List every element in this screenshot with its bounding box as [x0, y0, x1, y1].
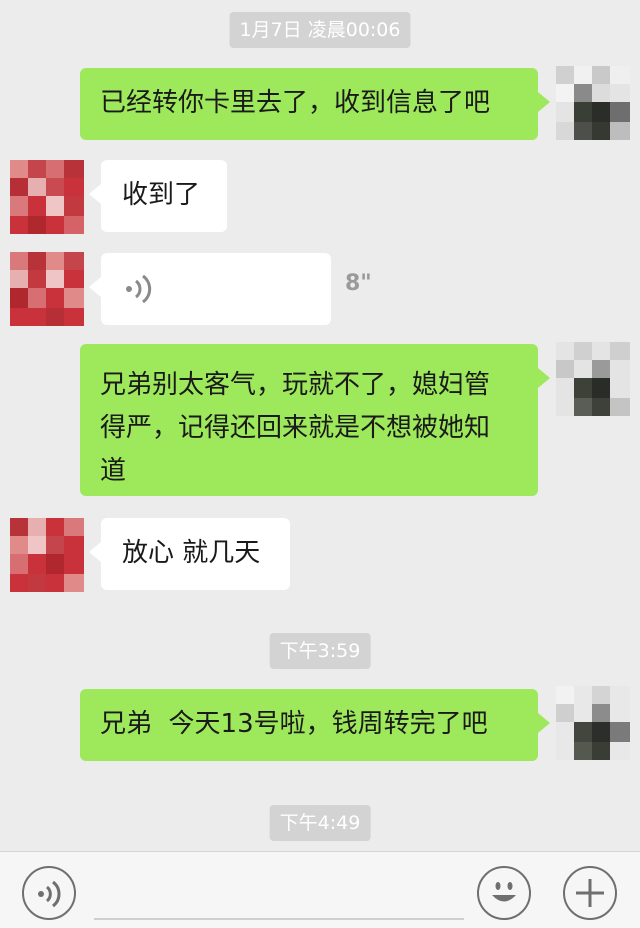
voice-input-button[interactable] — [22, 866, 76, 920]
voice-duration: 8" — [345, 271, 372, 296]
contact-avatar[interactable] — [10, 160, 84, 234]
contact-avatar[interactable] — [10, 252, 84, 326]
my-avatar[interactable] — [556, 342, 630, 416]
timestamp: 下午4:49 — [269, 805, 371, 841]
message-text: 收到了 — [122, 180, 201, 210]
message-text-line: 得严，记得还回来就是不想被她知 — [100, 413, 491, 443]
message-text: 兄弟 今天13号啦，钱周转完了吧 — [100, 709, 488, 739]
chat-input-bar — [0, 851, 640, 928]
timestamp: 下午3:59 — [269, 633, 371, 669]
timestamp: 1月7日 凌晨00:06 — [229, 12, 411, 48]
my-message-bubble[interactable]: 兄弟别太客气，玩就不了，媳妇管 得严，记得还回来就是不想被她知 道 — [80, 344, 550, 496]
message-input[interactable] — [94, 918, 464, 920]
message-text: 放心 就几天 — [122, 538, 261, 568]
message-text-line: 道 — [100, 456, 127, 486]
voice-wave-icon — [126, 274, 152, 304]
more-plus-button[interactable] — [563, 866, 617, 920]
voice-input-icon — [38, 880, 61, 908]
emoji-button[interactable] — [477, 866, 531, 920]
contact-message-bubble[interactable]: 放心 就几天 — [89, 518, 290, 590]
my-avatar[interactable] — [556, 66, 630, 140]
plus-icon — [576, 879, 604, 907]
my-avatar[interactable] — [556, 686, 630, 760]
emoji-icon — [492, 882, 516, 902]
contact-avatar[interactable] — [10, 518, 84, 592]
contact-message-bubble[interactable]: 收到了 — [89, 160, 227, 232]
message-text-line: 兄弟别太客气，玩就不了，媳妇管 — [100, 370, 491, 400]
voice-message-bubble[interactable] — [89, 253, 331, 325]
my-message-bubble[interactable]: 已经转你卡里去了，收到信息了吧 — [80, 68, 550, 140]
my-message-bubble[interactable]: 兄弟 今天13号啦，钱周转完了吧 — [80, 689, 550, 761]
message-text: 已经转你卡里去了，收到信息了吧 — [100, 88, 491, 118]
